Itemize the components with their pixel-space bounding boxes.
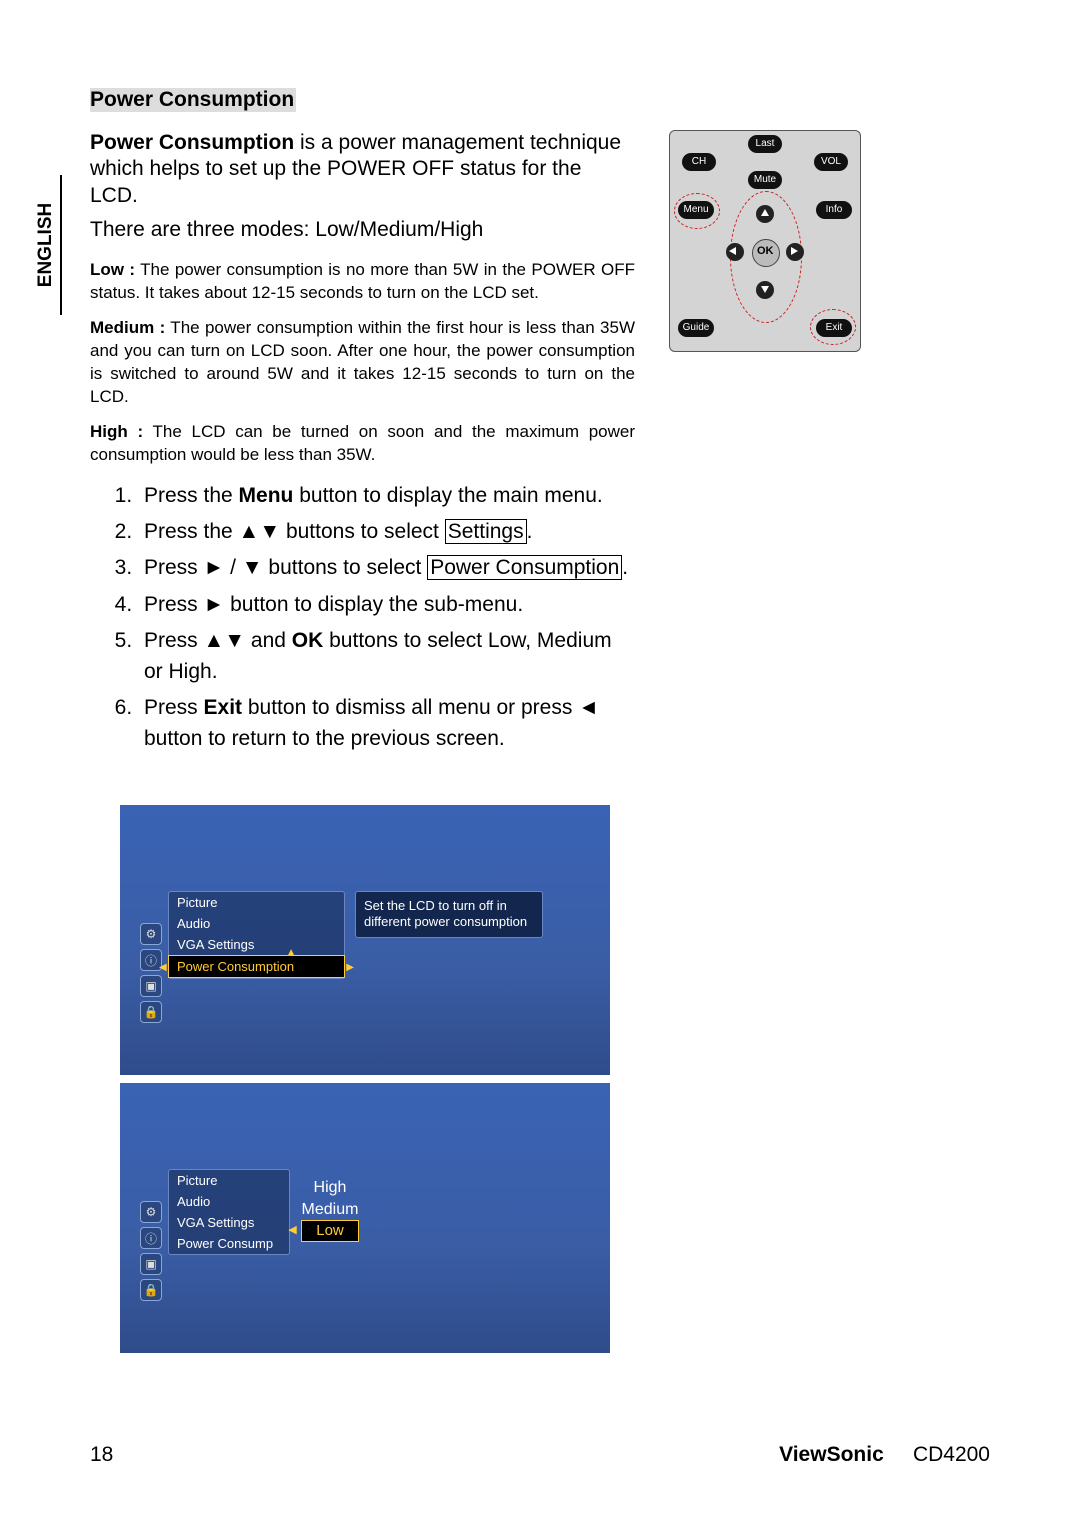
remote-ok-label: OK (757, 245, 774, 257)
medium-desc: Medium : The power consumption within th… (90, 317, 635, 409)
remote-guide-button: Guide (678, 319, 714, 337)
remote-illustration: Last CH VOL Mute Menu Info Guide Exit (669, 130, 861, 352)
high-desc: High : The LCD can be turned on soon and… (90, 421, 635, 467)
osd1-item-audio: Audio (169, 913, 344, 934)
osd2-item-power: Power Consump (169, 1233, 289, 1254)
language-tab: ENGLISH (32, 175, 62, 315)
remote-last-button: Last (748, 135, 782, 153)
remote-highlight-exit (810, 309, 856, 345)
section-heading: Power Consumption (90, 88, 990, 112)
step-5: Press ▲▼ and OK buttons to select Low, M… (138, 626, 635, 687)
osd-icon-screen: ▣ (140, 1253, 162, 1275)
osd-icon-info: ⓘ (140, 1227, 162, 1249)
osd2-item-audio: Audio (169, 1191, 289, 1212)
page-number: 18 (90, 1443, 113, 1467)
osd2-option-high: High (288, 1177, 372, 1199)
osd-icon-lock: 🔒 (140, 1001, 162, 1023)
osd1-item-vga: VGA Settings (169, 934, 344, 955)
instruction-list: Press the Menu button to display the mai… (90, 481, 635, 755)
footer-brand: ViewSonic (779, 1443, 884, 1466)
intro-line2: There are three modes: Low/Medium/High (90, 217, 635, 243)
step-2: Press the ▲▼ buttons to select Settings. (138, 517, 635, 547)
low-desc: Low : The power consumption is no more t… (90, 259, 635, 305)
osd2-menu: Picture Audio VGA Settings Power Consump (168, 1169, 290, 1255)
footer-model: CD4200 (913, 1443, 990, 1466)
osd2-item-picture: Picture (169, 1170, 289, 1191)
step-3: Press ► / ▼ buttons to select Power Cons… (138, 553, 635, 583)
osd1-tooltip: Set the LCD to turn off in different pow… (355, 891, 543, 938)
osd-icon-settings: ⚙ (140, 923, 162, 945)
osd-screenshot-1: ⚙ ⓘ ▣ 🔒 Picture Audio VGA Settings ◀ Pow… (120, 805, 610, 1075)
step-4: Press ► button to display the sub-menu. (138, 590, 635, 620)
osd2-option-medium: Medium (288, 1199, 372, 1221)
remote-info-button: Info (816, 201, 852, 219)
osd-icon-settings: ⚙ (140, 1201, 162, 1223)
remote-ch-button: CH (682, 153, 716, 171)
page-footer: 18 ViewSonic CD4200 (90, 1443, 990, 1467)
remote-mute-button: Mute (748, 171, 782, 189)
step-1: Press the Menu button to display the mai… (138, 481, 635, 511)
osd-icon-screen: ▣ (140, 975, 162, 997)
osd2-item-vga: VGA Settings (169, 1212, 289, 1233)
osd-icon-lock: 🔒 (140, 1279, 162, 1301)
osd-screenshot-2: ⚙ ⓘ ▣ 🔒 Picture Audio VGA Settings Power… (120, 1083, 610, 1353)
osd1-item-power-selected: ◀ Power Consumption ▶ ▲ (168, 955, 345, 978)
remote-vol-button: VOL (814, 153, 848, 171)
osd1-item-picture: Picture (169, 892, 344, 913)
step-6: Press Exit button to dismiss all menu or… (138, 693, 635, 754)
intro-paragraph: Power Consumption is a power management … (90, 130, 635, 209)
language-label: ENGLISH (35, 203, 57, 287)
osd1-menu: Picture Audio VGA Settings ◀ Power Consu… (168, 891, 345, 979)
osd2-submenu: High Medium Low (288, 1177, 372, 1242)
osd2-option-low-selected: Low (301, 1220, 359, 1242)
remote-highlight-menu (674, 193, 720, 229)
